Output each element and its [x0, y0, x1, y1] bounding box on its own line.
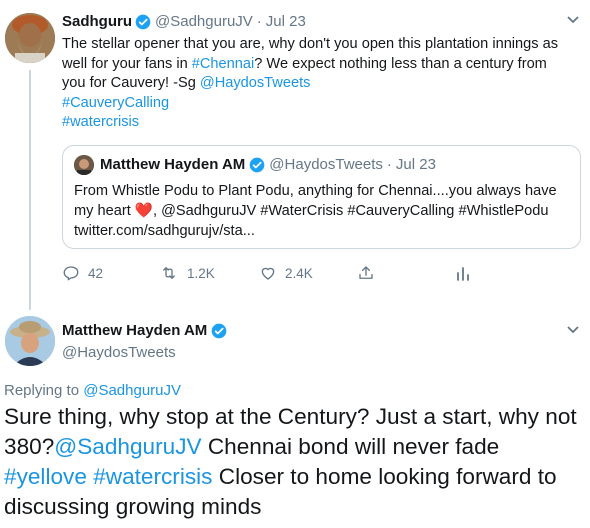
- retweet-button[interactable]: 1.2K: [159, 264, 259, 282]
- parent-tweet[interactable]: Sadhguru @SadhguruJV · Jul 23 The stella…: [62, 12, 582, 133]
- mention-link[interactable]: @SadhguruJV: [54, 434, 201, 459]
- tweet-action-bar: 42 1.2K 2.4K: [62, 262, 532, 284]
- text-segment: ? We expect nothing less than a century …: [254, 55, 547, 72]
- text-segment: , @SadhguruJV #WaterCrisis #CauveryCalli…: [153, 203, 549, 219]
- retweet-icon: [163, 267, 175, 279]
- heart-emoji: ❤️: [134, 203, 153, 219]
- matthew-hayden-avatar[interactable]: [5, 316, 55, 366]
- text-segment: Closer to home looking forward to: [212, 464, 557, 489]
- thread-connector-line: [29, 70, 31, 310]
- like-button[interactable]: 2.4K: [259, 264, 357, 282]
- verified-badge-icon: [249, 157, 265, 173]
- text-segment: well for your fans in: [62, 55, 192, 72]
- parent-tweet-header: Sadhguru @SadhguruJV · Jul 23: [62, 12, 582, 32]
- hashtag-link[interactable]: #Chennai: [192, 56, 254, 72]
- replying-to-text: Replying to: [4, 382, 84, 399]
- quoted-text-line: my heart ❤️, @SadhguruJV #WaterCrisis #C…: [74, 201, 569, 221]
- share-button[interactable]: [357, 264, 455, 282]
- analytics-icon: [457, 267, 469, 281]
- text-segment: Chennai bond will never fade: [201, 434, 500, 459]
- author-handle[interactable]: @HaydosTweets: [62, 343, 227, 363]
- quoted-tweet-date: Jul 23: [395, 156, 436, 173]
- chevron-down-icon[interactable]: [566, 324, 580, 338]
- retweet-count: 1.2K: [187, 265, 215, 281]
- sadhguru-avatar[interactable]: [5, 13, 55, 63]
- quoted-tweet-card[interactable]: Matthew Hayden AM @HaydosTweets · Jul 23…: [62, 145, 581, 249]
- mention-link[interactable]: @HaydosTweets: [200, 75, 311, 91]
- share-icon: [359, 266, 373, 279]
- hashtag-link[interactable]: #CauveryCalling: [62, 94, 582, 114]
- tweet-text-line: Sure thing, why stop at the Century? Jus…: [4, 404, 577, 429]
- tweet-text-line: discussing growing minds: [4, 494, 262, 519]
- author-name[interactable]: Matthew Hayden AM: [62, 321, 207, 341]
- analytics-button[interactable]: [455, 264, 479, 282]
- reply-tweet-header: Matthew Hayden AM @HaydosTweets: [62, 321, 227, 363]
- reply-icon: [63, 266, 79, 281]
- quoted-author-avatar: [74, 155, 94, 175]
- replying-to-label: Replying to @SadhguruJV: [4, 382, 181, 399]
- author-handle[interactable]: @SadhguruJV: [155, 12, 253, 32]
- verified-badge-icon: [211, 323, 227, 339]
- focused-tweet-text: Sure thing, why stop at the Century? Jus…: [4, 402, 586, 522]
- tweet-text-line: you for Cauvery! -Sg @HaydosTweets: [62, 74, 582, 94]
- author-name-row: Matthew Hayden AM: [62, 321, 227, 341]
- quoted-tweet-header: Matthew Hayden AM @HaydosTweets · Jul 23: [74, 155, 569, 175]
- like-icon: [261, 267, 275, 280]
- separator-dot: ·: [386, 156, 392, 173]
- separator-dot: ·: [256, 13, 262, 30]
- hashtag-link[interactable]: #watercrisis: [93, 464, 212, 489]
- quoted-tweet-text: From Whistle Podu to Plant Podu, anythin…: [74, 181, 569, 241]
- tweet-date[interactable]: Jul 23: [266, 12, 306, 32]
- tweet-text-line: well for your fans in #Chennai? We expec…: [62, 55, 582, 75]
- tweet-text-line: #yellove #watercrisis Closer to home loo…: [4, 462, 586, 492]
- quoted-author-name: Matthew Hayden AM: [100, 156, 246, 173]
- tweet-text-line: 380?@SadhguruJV Chennai bond will never …: [4, 432, 586, 462]
- text-segment: my heart: [74, 203, 135, 219]
- text-segment: 380?: [4, 434, 55, 459]
- hashtag-link[interactable]: #watercrisis: [62, 113, 582, 133]
- reply-count: 42: [88, 265, 104, 281]
- tweet-text: The stellar opener that you are, why don…: [62, 35, 582, 133]
- replying-to-mention-link[interactable]: @SadhguruJV: [83, 382, 181, 399]
- tweet-text-line: The stellar opener that you are, why don…: [62, 36, 559, 52]
- quoted-author-handle: @HaydosTweets: [269, 156, 383, 173]
- sadhguru-avatar-image: [5, 13, 55, 63]
- quoted-text-line: From Whistle Podu to Plant Podu, anythin…: [74, 183, 557, 199]
- reply-button[interactable]: 42: [62, 264, 159, 282]
- author-name[interactable]: Sadhguru: [62, 12, 132, 32]
- chevron-down-icon[interactable]: [566, 14, 580, 28]
- quoted-link-text: twitter.com/sadhgurujv/sta...: [74, 223, 255, 239]
- verified-badge-icon: [135, 14, 151, 30]
- like-count: 2.4K: [285, 265, 313, 281]
- text-segment: you for Cauvery! -Sg: [62, 75, 200, 92]
- hashtag-link[interactable]: #yellove: [4, 464, 87, 489]
- matthew-hayden-avatar-image: [5, 316, 55, 366]
